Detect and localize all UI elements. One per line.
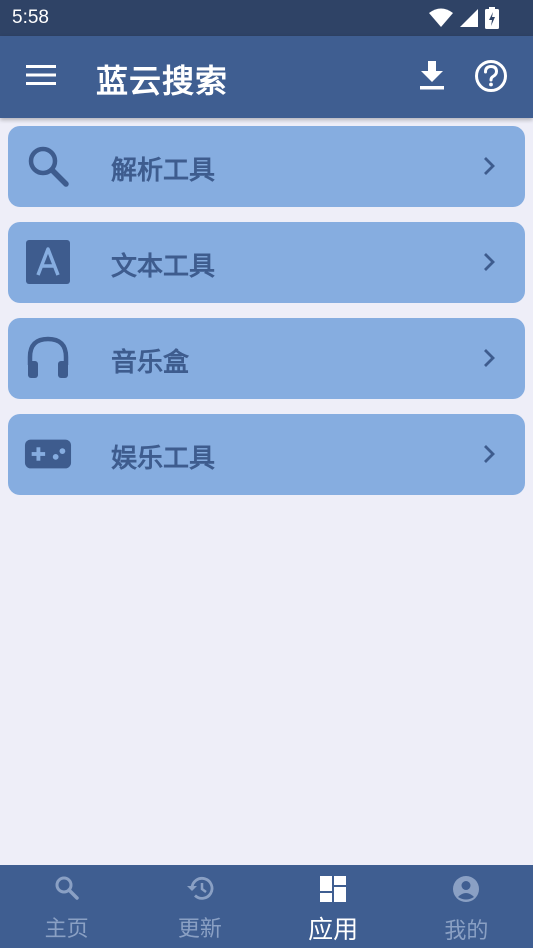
nav-label: 应用: [308, 915, 359, 944]
menu-button[interactable]: [22, 60, 60, 94]
dashboard-icon: [319, 875, 347, 907]
nav-label: 主页: [44, 917, 89, 942]
status-icons: [429, 7, 499, 29]
account-icon: [452, 875, 480, 907]
menu-icon: [26, 64, 56, 90]
card-label: 解析工具: [111, 156, 216, 186]
status-time: 5:58: [12, 7, 49, 28]
status-bar: 5:58: [0, 0, 533, 36]
signal-icon: [459, 8, 479, 28]
tool-card-entertainment[interactable]: 娱乐工具: [8, 414, 525, 495]
history-icon: [186, 875, 214, 905]
tool-card-music[interactable]: 音乐盒: [8, 318, 525, 399]
nav-item-home[interactable]: 主页: [0, 865, 133, 948]
search-icon: [54, 875, 80, 905]
wifi-icon: [429, 8, 453, 28]
help-button[interactable]: [471, 58, 511, 98]
help-icon: [474, 59, 508, 97]
download-icon: [419, 61, 445, 95]
download-button[interactable]: [412, 58, 452, 98]
chevron-right-icon: [475, 440, 503, 468]
card-label: 文本工具: [111, 252, 216, 282]
gamepad-icon: [24, 430, 72, 478]
card-label: 音乐盒: [111, 348, 190, 378]
chevron-right-icon: [475, 152, 503, 180]
bottom-nav: 主页 更新 应用 我的: [0, 865, 533, 948]
battery-charging-icon: [485, 7, 499, 29]
card-label: 娱乐工具: [111, 444, 216, 474]
headphones-icon: [24, 334, 72, 382]
text-a-icon: [24, 238, 72, 286]
nav-item-updates[interactable]: 更新: [133, 865, 266, 948]
nav-label: 更新: [177, 917, 222, 942]
tool-card-parse[interactable]: 解析工具: [8, 126, 525, 207]
nav-item-profile[interactable]: 我的: [400, 865, 533, 948]
search-icon: [24, 142, 72, 190]
tool-card-text[interactable]: 文本工具: [8, 222, 525, 303]
app-title: 蓝云搜索: [96, 62, 229, 100]
app-bar: 蓝云搜索: [0, 36, 533, 118]
chevron-right-icon: [475, 248, 503, 276]
nav-label: 我的: [444, 919, 489, 944]
chevron-right-icon: [475, 344, 503, 372]
nav-item-apps[interactable]: 应用: [267, 865, 400, 948]
